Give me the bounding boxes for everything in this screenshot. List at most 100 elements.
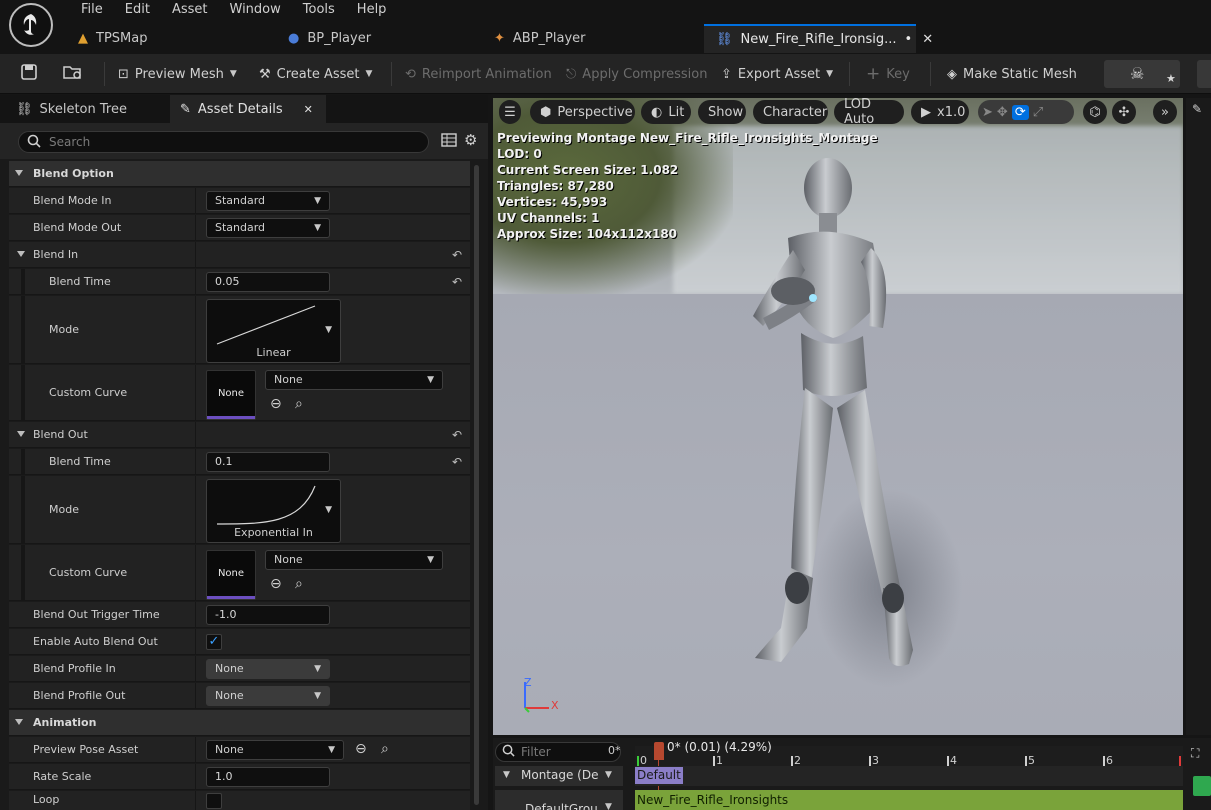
category-blend-option[interactable]: Blend Option <box>9 161 470 187</box>
reset-to-default-icon[interactable]: ↶ <box>452 428 462 442</box>
grid-snap-button[interactable]: ✣ <box>1112 100 1136 124</box>
save-button[interactable] <box>20 62 38 86</box>
select-mode-icon[interactable]: ➤ <box>982 105 993 120</box>
mode-button-partial[interactable] <box>1197 60 1211 88</box>
rotate-mode-icon[interactable]: ⟳ <box>1011 104 1029 120</box>
blend-out-curve-dropdown[interactable]: None ▼ <box>265 550 443 570</box>
browse-button[interactable] <box>62 62 84 86</box>
settings-gear-icon[interactable]: ⚙ <box>464 131 477 149</box>
blend-profile-out-dropdown[interactable]: None ▼ <box>206 686 330 706</box>
blend-out-trigger-input[interactable]: -1.0 <box>206 605 330 625</box>
category-label: Blend Option <box>33 167 114 180</box>
collapse-arrow-icon[interactable]: ▼ <box>503 770 510 780</box>
collapse-arrow-icon[interactable] <box>17 431 25 437</box>
menu-edit[interactable]: Edit <box>114 2 161 20</box>
animation-segment[interactable]: New_Fire_Rifle_Ironsights <box>635 790 1183 810</box>
tab-montage[interactable]: ⛓ New_Fire_Rifle_Ironsig... • ✕ <box>704 24 933 53</box>
group-blend-out[interactable]: Blend Out ↶ <box>9 422 470 448</box>
skeleton-mode-button[interactable]: ☠ ★ <box>1104 60 1180 88</box>
tab-tpsmap[interactable]: ▲ TPSMap <box>66 24 276 53</box>
browse-asset-icon[interactable]: ⌕ <box>295 576 303 592</box>
show-button[interactable]: Show <box>698 100 746 124</box>
details-scrollbar-thumb[interactable] <box>474 165 479 805</box>
reset-to-default-icon[interactable]: ↶ <box>452 455 462 469</box>
collapse-arrow-icon[interactable] <box>15 719 23 725</box>
tab-skeleton-tree[interactable]: ⛓ Skeleton Tree <box>6 95 166 123</box>
blend-in-curve-dropdown[interactable]: None ▼ <box>265 370 443 390</box>
use-selected-icon[interactable]: ⊖ <box>355 741 367 757</box>
browse-asset-icon[interactable]: ⌕ <box>381 741 389 757</box>
auto-blend-out-checkbox[interactable]: ✓ <box>206 634 222 650</box>
blend-out-mode-picker[interactable]: ▼ Exponential In <box>206 479 341 543</box>
menu-help[interactable]: Help <box>346 2 398 20</box>
reimport-animation-button[interactable]: ⟲ Reimport Animation <box>405 62 552 86</box>
menu-tools[interactable]: Tools <box>292 2 346 20</box>
menu-asset[interactable]: Asset <box>161 2 219 20</box>
dropdown-value: Standard <box>215 221 266 234</box>
tab-abp-player[interactable]: ✦ ABP_Player <box>482 24 704 53</box>
collapse-arrow-icon[interactable] <box>17 251 25 257</box>
unreal-logo-icon[interactable] <box>9 3 53 47</box>
more-options-button[interactable]: » <box>1153 100 1177 124</box>
reset-to-default-icon[interactable]: ↶ <box>452 275 462 289</box>
use-selected-icon[interactable]: ⊖ <box>270 396 282 412</box>
curve-thumbnail[interactable]: None <box>206 550 256 600</box>
prop-loop: Loop <box>9 791 470 810</box>
stat-triangles: Triangles: 87,280 <box>497 179 614 193</box>
tab-asset-details[interactable]: ✎ Asset Details ✕ <box>170 95 326 123</box>
blend-mode-out-dropdown[interactable]: Standard ▼ <box>206 218 330 238</box>
create-asset-button[interactable]: ⚒ Create Asset ▼ <box>259 62 372 86</box>
add-slot-button[interactable] <box>1193 776 1211 796</box>
playback-speed-button[interactable]: ▶ x1.0 <box>911 100 969 124</box>
preview-pose-dropdown[interactable]: None ▼ <box>206 740 344 760</box>
blend-out-time-input[interactable]: 0.1 <box>206 452 330 472</box>
viewport-options-button[interactable]: ☰ <box>499 100 521 124</box>
column-divider <box>195 791 196 810</box>
blend-profile-in-dropdown[interactable]: None ▼ <box>206 659 330 679</box>
search-input[interactable] <box>49 135 409 149</box>
close-tab-icon[interactable]: ✕ <box>304 103 313 116</box>
camera-speed-button[interactable]: ⌬ <box>1083 100 1107 124</box>
blend-mode-in-dropdown[interactable]: Standard ▼ <box>206 191 330 211</box>
translate-mode-icon[interactable]: ✥ <box>997 105 1008 120</box>
menu-window[interactable]: Window <box>219 2 292 20</box>
chevron-down-icon[interactable]: ▼ <box>605 770 612 780</box>
montage-track-header[interactable]: ▼ Montage (De ▼ <box>495 766 623 786</box>
lod-button[interactable]: LOD Auto <box>834 98 904 127</box>
close-tab-icon[interactable]: ✕ <box>922 32 933 47</box>
make-static-mesh-button[interactable]: ◈ Make Static Mesh <box>947 62 1077 86</box>
timeline-filter-input[interactable] <box>521 745 601 759</box>
reimport-icon: ⟲ <box>405 66 416 82</box>
playhead-handle[interactable] <box>654 742 664 760</box>
table-view-icon[interactable] <box>441 132 457 151</box>
use-selected-icon[interactable]: ⊖ <box>270 576 282 592</box>
column-divider <box>195 476 196 543</box>
perspective-button[interactable]: ⬢ Perspective <box>530 100 635 124</box>
tab-bp-player[interactable]: ● BP_Player <box>276 24 482 53</box>
browse-asset-icon[interactable]: ⌕ <box>295 396 303 412</box>
slot-track-header[interactable]: DefaultGrou ▼ <box>495 790 623 810</box>
blend-in-mode-picker[interactable]: ▼ Linear <box>206 299 341 363</box>
scale-mode-icon[interactable]: ⤢ <box>1033 105 1043 120</box>
character-button[interactable]: Character <box>753 100 828 124</box>
preview-viewport[interactable]: ☰ ⬢ Perspective ◐ Lit Show Character LOD… <box>493 98 1183 735</box>
lit-button[interactable]: ◐ Lit <box>641 100 691 124</box>
default-section[interactable]: Default <box>635 767 683 784</box>
collapse-arrow-icon[interactable] <box>15 170 23 176</box>
export-asset-button[interactable]: ⇪ Export Asset ▼ <box>721 62 833 86</box>
details-pencil-icon[interactable]: ✎ <box>1192 102 1202 116</box>
rate-scale-input[interactable]: 1.0 <box>206 767 330 787</box>
apply-compression-button[interactable]: ⎋ Apply Compression <box>566 62 708 86</box>
reset-to-default-icon[interactable]: ↶ <box>452 248 462 262</box>
menu-file[interactable]: File <box>70 2 114 20</box>
group-blend-in[interactable]: Blend In ↶ <box>9 242 470 268</box>
chevron-down-icon[interactable]: ▼ <box>605 802 612 810</box>
category-animation[interactable]: Animation <box>9 710 470 736</box>
loop-checkbox[interactable] <box>206 793 222 809</box>
tick-mark <box>1025 756 1027 766</box>
curve-thumbnail[interactable]: None <box>206 370 256 420</box>
settings-icon[interactable]: ⛶ <box>1191 746 1199 761</box>
blend-in-time-input[interactable]: 0.05 <box>206 272 330 292</box>
preview-mesh-button[interactable]: ⊡ Preview Mesh ▼ <box>118 62 237 86</box>
key-button[interactable]: + Key <box>866 62 910 86</box>
